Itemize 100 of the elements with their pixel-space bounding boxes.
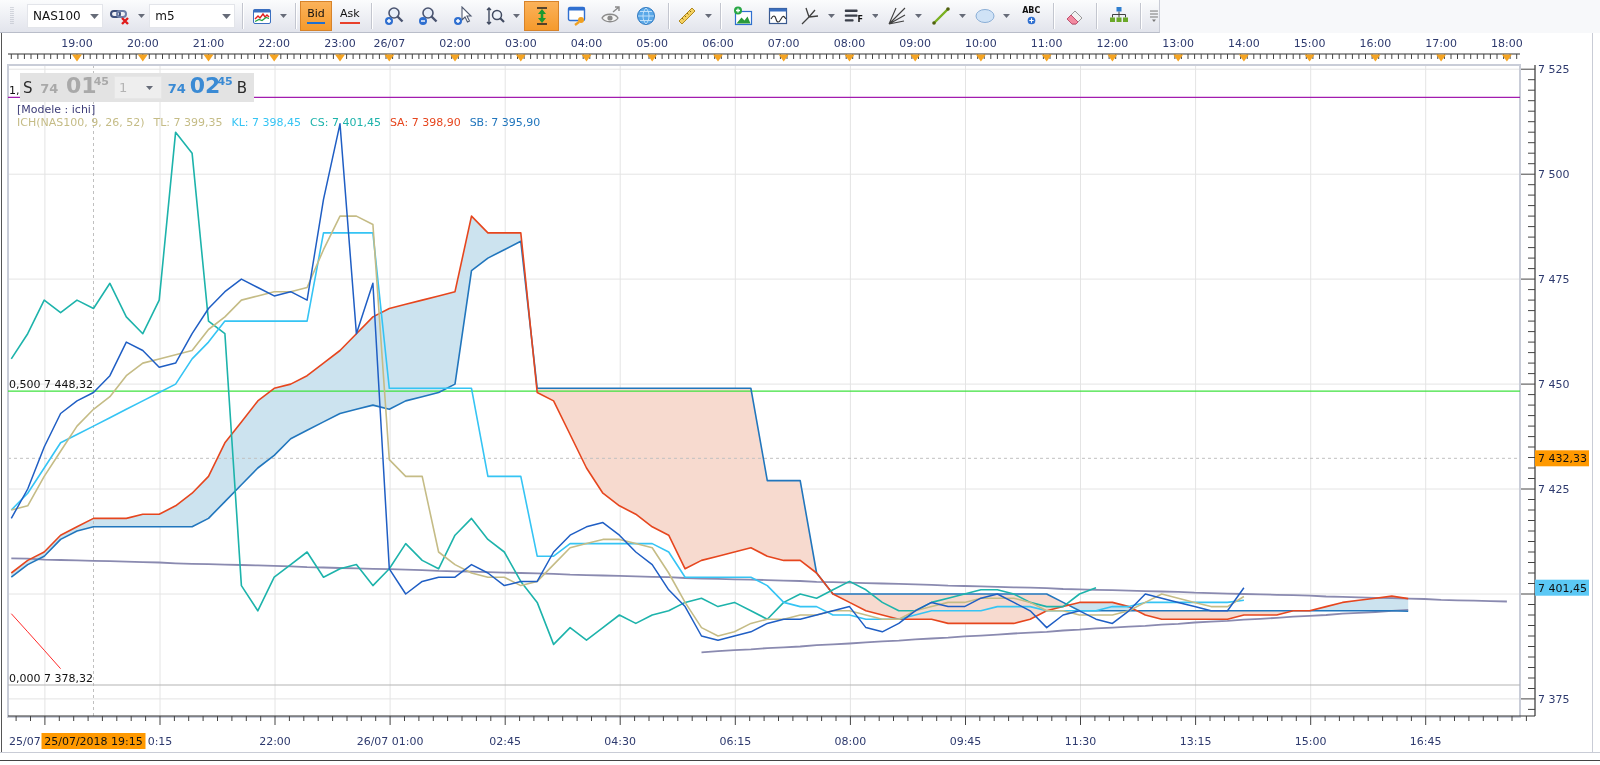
triangle-marker-icon	[384, 54, 395, 62]
triangle-marker-icon	[647, 54, 658, 62]
model-label: [Modele : ichi]	[17, 103, 97, 117]
price-label: 7 475	[1538, 273, 1570, 287]
indicator-value: CS: 7 401,45	[310, 116, 381, 130]
time-label: 06:00	[702, 37, 734, 50]
triangle-marker-icon	[975, 54, 986, 62]
triangle-marker-icon	[713, 54, 723, 62]
time-label: 11:30	[1064, 735, 1097, 748]
caret-icon[interactable]	[827, 14, 835, 18]
triangle-marker-icon	[844, 54, 855, 62]
bid-button[interactable]: Bid	[299, 1, 333, 31]
pitchfork-icon	[799, 6, 820, 26]
time-label: 16:00	[1359, 37, 1392, 50]
trend-line[interactable]	[10, 557, 1508, 603]
caret-icon[interactable]	[279, 14, 287, 18]
current-price-label: 7 401,45	[1535, 579, 1589, 596]
fibonacci-level-label: 1,	[9, 84, 20, 98]
time-label: 22:00	[258, 37, 291, 50]
fan-lines-icon	[887, 6, 908, 26]
triangle-marker-icon	[203, 54, 214, 62]
zoom-out-icon	[418, 6, 439, 26]
triangle-marker-icon	[1107, 54, 1118, 62]
time-label: 02:00	[439, 37, 471, 50]
fibonacci-level-label: 0,000 7 378,32	[9, 672, 93, 685]
price-label: 7 425	[1538, 483, 1570, 496]
line-tool-icon	[931, 6, 952, 26]
time-label: 22:00	[259, 735, 291, 748]
image-add-icon	[732, 6, 753, 26]
price-label: 7 525	[1538, 63, 1570, 77]
time-label: 08:00	[833, 37, 866, 50]
time-label: 26/07	[373, 37, 406, 50]
triangle-marker-icon	[1173, 54, 1184, 62]
timeframe-dropdown[interactable]: m5	[149, 4, 235, 28]
window-key-icon	[566, 6, 587, 26]
triangle-marker-icon	[137, 54, 148, 62]
ruler-icon	[677, 6, 698, 26]
triangle-marker-icon	[450, 54, 460, 62]
line-chart-icon	[251, 6, 272, 26]
triangle-marker-icon	[1501, 54, 1512, 62]
triangle-marker-icon	[335, 54, 345, 62]
caret-icon[interactable]	[90, 13, 100, 19]
symbol-dropdown[interactable]: NAS100	[26, 4, 103, 28]
caret-icon[interactable]	[871, 14, 879, 18]
indicator-value: KL: 7 398,45	[231, 116, 302, 130]
text-tool-button[interactable]: ABC	[1013, 1, 1049, 31]
time-label: 26/07 01:00	[356, 735, 424, 748]
time-label: 14:00	[1228, 37, 1260, 50]
caret-icon[interactable]	[146, 85, 153, 90]
ellipse-icon	[974, 6, 995, 26]
time-label: 21:00	[192, 37, 225, 50]
triangle-marker-icon	[1238, 54, 1249, 62]
time-label: 19:00	[61, 37, 93, 50]
time-label: 16:45	[1409, 735, 1442, 748]
vertical-range-button[interactable]	[524, 1, 560, 31]
time-label: 05:00	[636, 37, 669, 50]
triangle-marker-icon	[515, 54, 526, 62]
time-label: 04:30	[604, 735, 637, 748]
time-label: 23:00	[324, 37, 356, 50]
indicator-value: TL: 7 399,35	[153, 116, 223, 130]
price-label: 7 375	[1538, 692, 1570, 706]
triangle-marker-icon	[778, 54, 789, 62]
globe-icon	[636, 6, 657, 26]
time-label: 03:00	[504, 37, 537, 50]
caret-icon[interactable]	[705, 14, 713, 18]
caret-icon[interactable]	[222, 13, 232, 19]
time-label: 09:45	[949, 735, 982, 748]
caret-icon[interactable]	[513, 14, 521, 18]
trend-line[interactable]	[700, 609, 1410, 654]
plus-icon	[1025, 15, 1037, 26]
time-label: 13:00	[1162, 37, 1195, 50]
time-label: 04:00	[570, 37, 603, 50]
indicator-value: SA: 7 398,90	[389, 116, 461, 130]
indicator-label: ICH(NAS100, 9, 26, 52)	[17, 116, 145, 130]
ask-button[interactable]: Ask	[333, 1, 367, 31]
fibonacci-level-label: 0,500 7 448,32	[9, 378, 93, 392]
caret-icon[interactable]	[915, 14, 923, 18]
time-label: 13:15	[1179, 735, 1212, 748]
time-label: 15:00	[1294, 735, 1327, 748]
time-label: 02:45	[489, 735, 522, 748]
triangle-marker-icon	[910, 54, 921, 62]
zoom-in-icon	[383, 6, 404, 26]
triangle-marker-icon	[1304, 54, 1315, 62]
levels-button[interactable]: F	[838, 1, 869, 31]
caret-icon[interactable]	[1002, 14, 1010, 18]
crosshair-price-label: 7 432,33	[1535, 450, 1589, 467]
cursor-plus-icon	[453, 6, 474, 26]
grip-icon[interactable]	[10, 6, 14, 26]
triangle-marker-icon	[581, 54, 592, 62]
time-label: 06:15	[719, 735, 752, 748]
triangle-marker-icon	[269, 54, 280, 62]
caret-icon[interactable]	[138, 14, 146, 18]
time-label: 11:00	[1030, 37, 1063, 50]
price-label: 7 500	[1538, 168, 1570, 182]
list-icon	[844, 8, 861, 24]
price-label: 7 450	[1538, 378, 1570, 392]
time-label: 08:00	[834, 735, 867, 748]
time-label: 15:00	[1293, 37, 1326, 50]
caret-icon[interactable]	[959, 14, 967, 18]
time-label: 25/07	[9, 735, 41, 748]
